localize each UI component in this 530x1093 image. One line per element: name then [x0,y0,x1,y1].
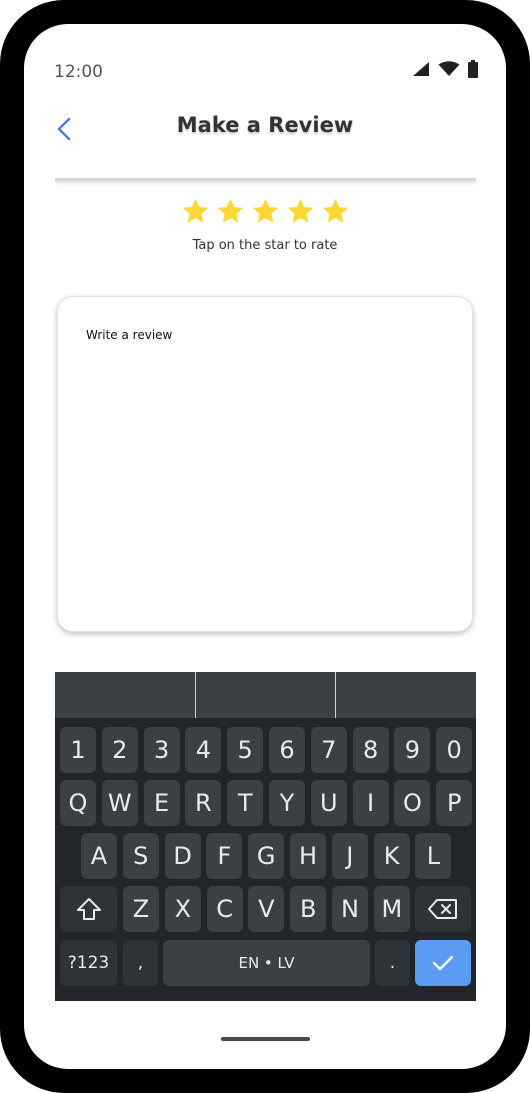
suggestion-strip [55,672,476,718]
space-key[interactable]: EN • LV [163,940,370,986]
key-3[interactable]: 3 [143,727,180,773]
key-k[interactable]: K [373,833,410,879]
backspace-key[interactable] [415,886,471,932]
star-icon[interactable] [321,197,350,226]
key-y[interactable]: Y [269,780,305,826]
key-d[interactable]: D [164,833,201,879]
key-6[interactable]: 6 [269,727,305,773]
key-a[interactable]: A [81,833,117,879]
signal-icon [413,62,429,76]
key-g[interactable]: G [248,833,285,879]
key-f[interactable]: F [206,833,243,879]
key-o[interactable]: O [394,780,431,826]
period-key[interactable]: . [375,940,410,986]
key-m[interactable]: M [373,886,410,932]
suggestion-slot[interactable] [55,672,196,718]
key-t[interactable]: T [227,780,264,826]
key-h[interactable]: H [290,833,326,879]
key-n[interactable]: N [332,886,368,932]
comma-key[interactable]: , [123,940,158,986]
key-v[interactable]: V [248,886,285,932]
status-icons [412,60,478,78]
suggestion-slot[interactable] [336,672,476,718]
phone-frame: 12:00 Make a Review Tap on the star to r… [0,0,530,1093]
backspace-icon [428,899,457,919]
key-l[interactable]: L [415,833,452,879]
keyboard: 1 2 3 4 5 6 7 8 9 0 Q W E R T Y U I O P A S D F G H J K L Z X C V B N M ?123… [55,672,476,1001]
review-textarea[interactable] [58,297,472,631]
home-indicator[interactable] [221,1037,310,1041]
key-u[interactable]: U [310,780,347,826]
key-q[interactable]: Q [60,780,96,826]
wifi-icon [438,61,460,76]
status-time: 12:00 [54,62,103,82]
key-z[interactable]: Z [123,886,159,932]
review-card [57,296,473,632]
key-8[interactable]: 8 [352,727,389,773]
rating-hint: Tap on the star to rate [192,238,338,253]
key-j[interactable]: J [331,833,368,879]
symbols-key[interactable]: ?123 [60,940,117,986]
header-divider [55,178,476,181]
key-4[interactable]: 4 [185,727,222,773]
battery-icon [468,60,478,78]
key-e[interactable]: E [143,780,180,826]
star-rating [24,197,506,226]
key-x[interactable]: X [164,886,201,932]
key-2[interactable]: 2 [101,727,138,773]
status-bar: 12:00 [24,24,506,82]
key-7[interactable]: 7 [310,727,347,773]
key-c[interactable]: C [206,886,243,932]
star-icon[interactable] [251,197,280,226]
key-b[interactable]: B [290,886,327,932]
checkmark-icon [432,955,454,971]
key-0[interactable]: 0 [436,727,473,773]
key-1[interactable]: 1 [60,727,96,773]
shift-icon [76,898,101,920]
key-r[interactable]: R [185,780,222,826]
shift-key[interactable] [60,886,117,932]
key-p[interactable]: P [436,780,473,826]
key-w[interactable]: W [101,780,138,826]
star-icon[interactable] [181,197,210,226]
app-bar: Make a Review [24,104,506,154]
suggestion-slot[interactable] [196,672,337,718]
star-icon[interactable] [216,197,245,226]
key-s[interactable]: S [122,833,159,879]
screen: 12:00 Make a Review Tap on the star to r… [24,24,506,1069]
enter-button[interactable] [415,940,471,986]
key-5[interactable]: 5 [227,727,264,773]
key-9[interactable]: 9 [394,727,431,773]
page-title: Make a Review [176,113,354,137]
key-i[interactable]: I [352,780,389,826]
star-icon[interactable] [286,197,315,226]
